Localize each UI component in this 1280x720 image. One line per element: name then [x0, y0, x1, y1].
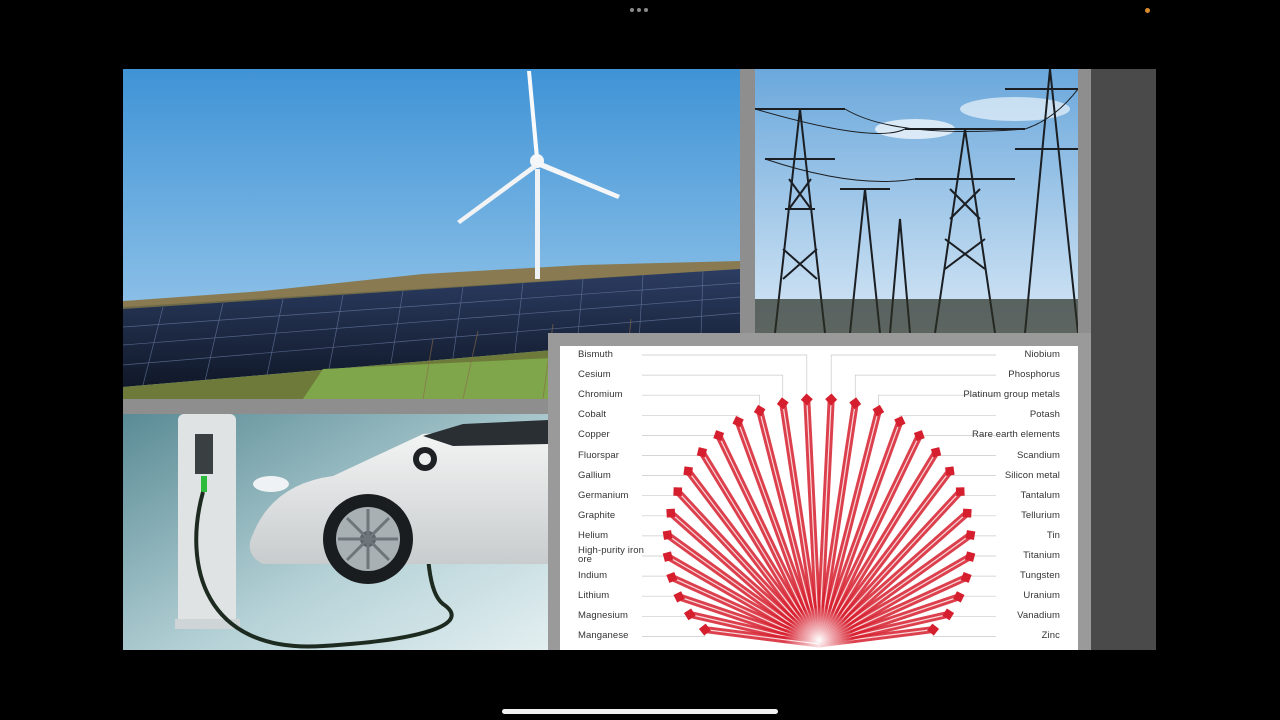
- fan-tip: [927, 623, 940, 636]
- slide: Bismuth Cesium Chromium Cobalt Copper Fluorsp…: [123, 69, 1156, 650]
- leader-line-manganese: [642, 629, 706, 637]
- mineral-label-copper: Copper: [578, 429, 610, 441]
- mineral-label-helium: Helium: [578, 529, 609, 541]
- mineral-label-potash: Potash: [1029, 409, 1060, 421]
- mineral-label-tellurium: Tellurium: [1021, 509, 1060, 521]
- leader-line-fluorspar: [642, 452, 703, 456]
- leader-line-magnesium: [642, 614, 691, 617]
- leader-line-bismuth: [642, 354, 808, 400]
- mineral-label-scandium: Scandium: [1016, 449, 1060, 461]
- mineral-label-phosphorus: Phosphorus: [1008, 369, 1060, 381]
- multitasking-dots-icon[interactable]: [630, 8, 650, 14]
- mineral-label-zinc: Zinc: [1041, 630, 1060, 642]
- home-indicator[interactable]: [502, 709, 778, 714]
- mineral-label-gallium: Gallium: [578, 469, 611, 481]
- leader-line-chromium: [642, 394, 760, 411]
- leader-line-cesium: [642, 374, 784, 404]
- leader-line-zinc: [932, 629, 996, 637]
- mineral-label-germanium: Germanium: [578, 489, 629, 501]
- leader-line-potash: [899, 414, 996, 422]
- critical-minerals-graphic: Bismuth Cesium Chromium Cobalt Copper Fluorsp…: [548, 333, 1091, 650]
- electric-car-photo: [123, 414, 548, 650]
- leader-line-tantalum: [959, 491, 996, 497]
- mineral-label-cesium: Cesium: [578, 369, 611, 381]
- fan-tip: [698, 623, 711, 636]
- mineral-label-titanium: Titanium: [1023, 550, 1060, 561]
- mineral-label-platinum-group-metals: Platinum group metals: [963, 389, 1060, 401]
- mineral-label-manganese: Manganese: [578, 630, 629, 642]
- leader-line-germanium: [642, 491, 679, 497]
- mineral-label-indium: Indium: [578, 570, 608, 582]
- fan-tip: [849, 397, 862, 410]
- mineral-label-rare-earth-elements: Rare earth elements: [972, 429, 1060, 441]
- recording-indicator-icon: [1145, 8, 1150, 13]
- mineral-label-cobalt: Cobalt: [578, 409, 607, 421]
- leader-line-uranium: [958, 595, 996, 597]
- leader-line-gallium: [642, 471, 689, 476]
- mineral-label-lithium: Lithium: [578, 590, 610, 602]
- leader-line-tellurium: [966, 513, 996, 517]
- mineral-label-graphite: Graphite: [578, 509, 616, 521]
- mineral-label-magnesium: Magnesium: [578, 610, 629, 622]
- leader-line-vanadium: [947, 614, 996, 617]
- leader-line-lithium: [642, 595, 680, 597]
- mineral-label-tantalum: Tantalum: [1020, 489, 1060, 501]
- mineral-label-chromium: Chromium: [578, 389, 623, 401]
- mineral-label-niobium: Niobium: [1024, 349, 1060, 360]
- mineral-label-bismuth: Bismuth: [578, 349, 614, 360]
- mineral-label-tungsten: Tungsten: [1019, 570, 1060, 582]
- transmission-tower-photo: [755, 69, 1078, 333]
- mineral-label-fluorspar: Fluorspar: [578, 449, 620, 461]
- leader-line-scandium: [935, 452, 996, 456]
- slide-sidebar-strip: [1091, 69, 1156, 650]
- mineral-label-high-purity-iron-ore: High-purity iron ore: [578, 545, 645, 565]
- minerals-chart-area: Bismuth Cesium Chromium Cobalt Copper Fluorsp…: [560, 346, 1078, 650]
- leader-line-graphite: [642, 513, 672, 517]
- leader-line-cobalt: [642, 414, 739, 422]
- mineral-label-uranium: Uranium: [1023, 590, 1060, 602]
- mineral-label-vanadium: Vanadium: [1017, 610, 1060, 622]
- fan-tip: [776, 397, 789, 410]
- mineral-label-silicon-metal: Silicon metal: [1004, 469, 1060, 481]
- mineral-label-tin: Tin: [1046, 529, 1060, 541]
- fan-tip: [825, 393, 838, 406]
- leader-line-silicon-metal: [949, 471, 996, 476]
- fan-tip: [800, 393, 813, 406]
